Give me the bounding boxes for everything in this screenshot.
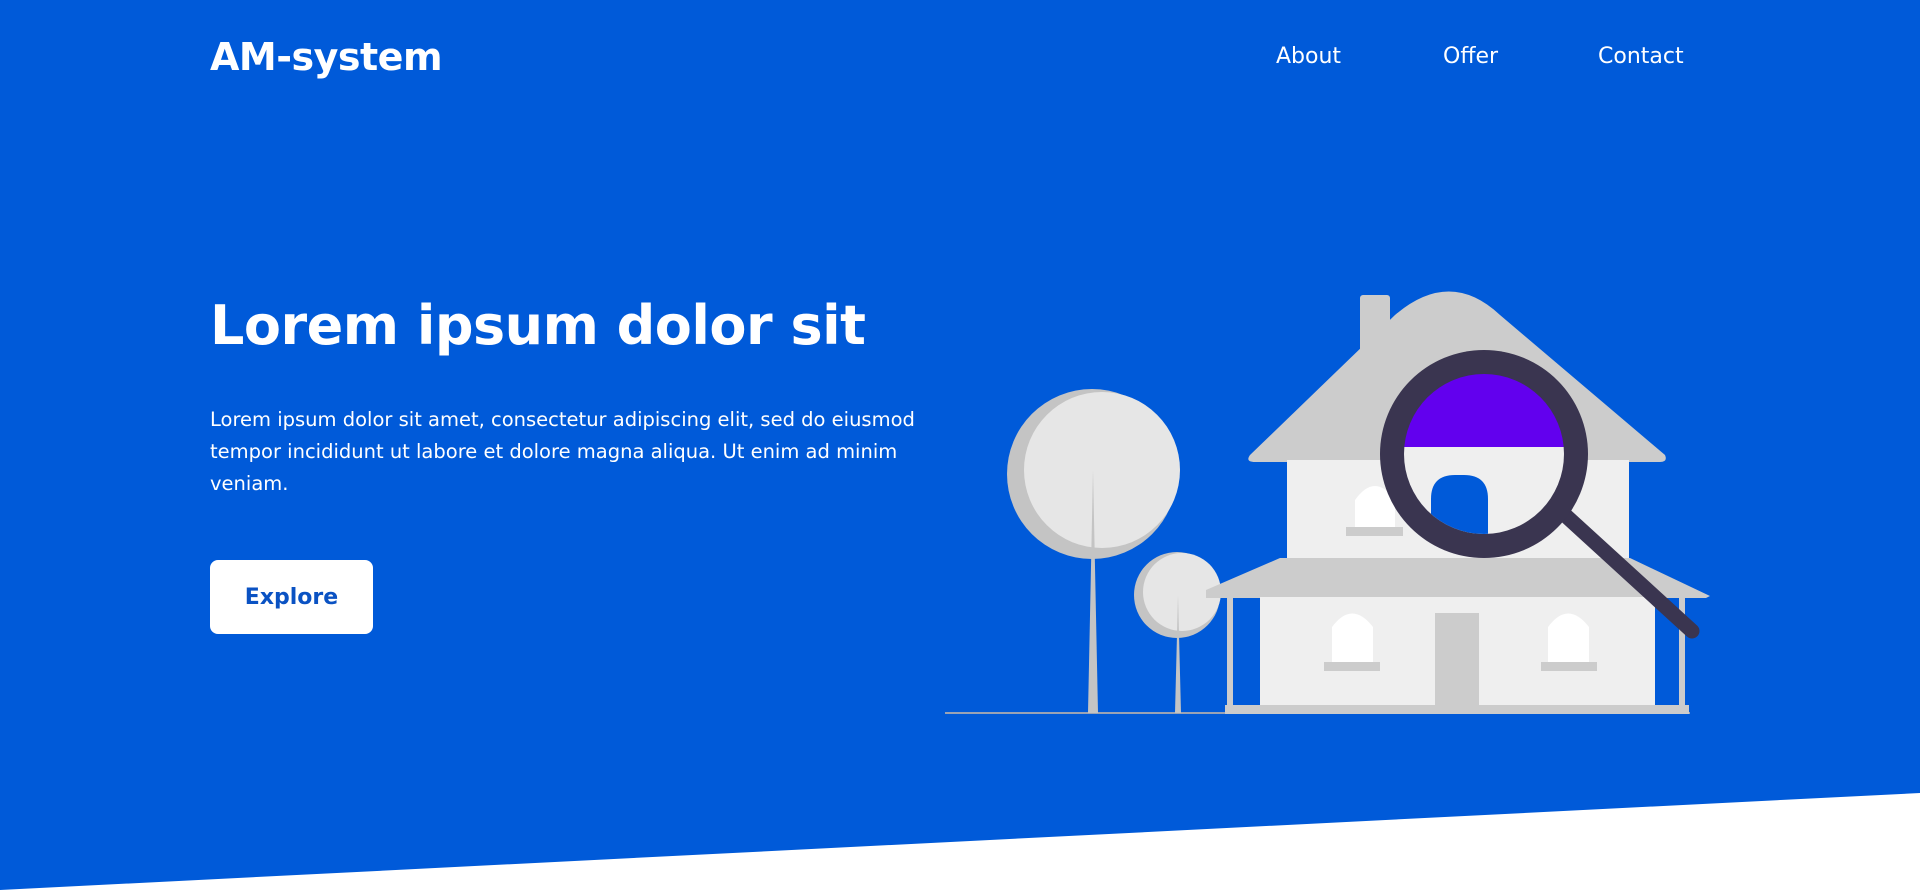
nav-contact-link[interactable]: Contact [1598,40,1684,74]
small-tree-icon [1134,552,1221,713]
hero-description: Lorem ipsum dolor sit amet, consectetur … [210,408,915,495]
large-tree-icon [1007,389,1180,713]
hero-title: Lorem ipsum dolor sit [210,294,866,357]
nav-about-link[interactable]: About [1276,40,1341,74]
house-search-illustration [945,291,1710,714]
main-nav: About Offer Contact [0,40,1920,74]
explore-button[interactable]: Explore [210,560,373,634]
nav-offer-link[interactable]: Offer [1443,40,1498,74]
